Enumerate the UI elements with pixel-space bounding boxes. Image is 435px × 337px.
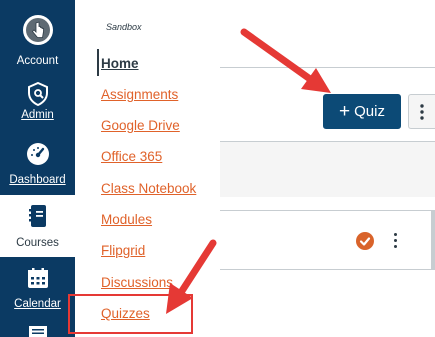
arrow-to-quiz-button bbox=[240, 28, 331, 93]
arrow-to-quizzes-link bbox=[166, 239, 217, 314]
annotation-arrows bbox=[166, 28, 331, 314]
